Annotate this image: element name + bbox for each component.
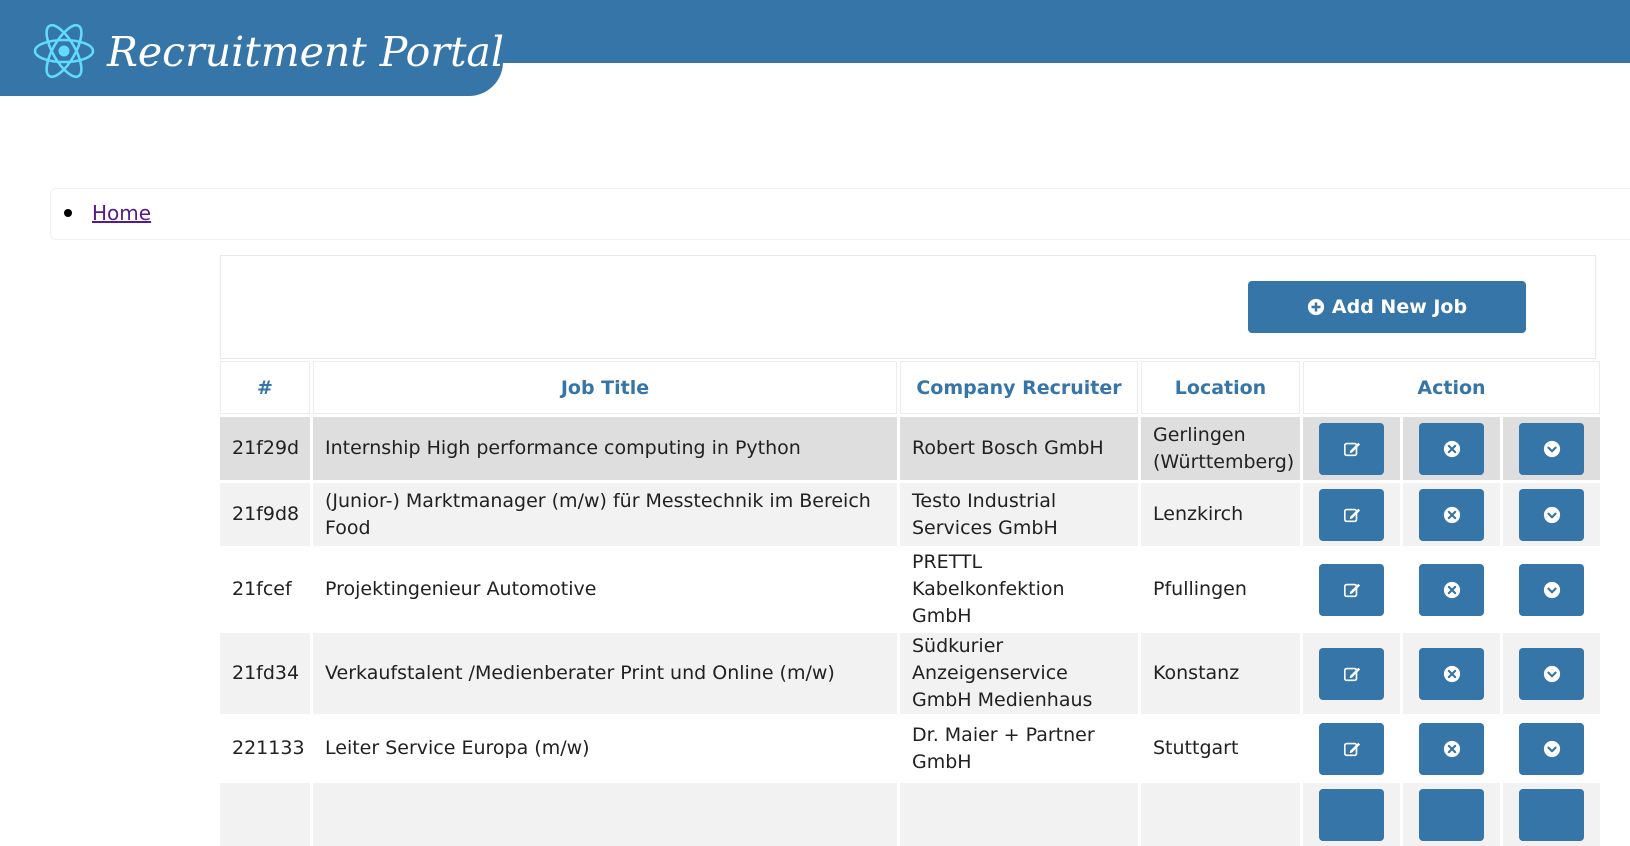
expand-button[interactable] [1519,647,1584,700]
expand-button[interactable] [1519,722,1584,775]
company-recruiter: Dr. Maier + Partner GmbH [900,714,1138,780]
table-row: 21fd34 Verkaufstalent /Medienberater Pri… [220,630,1601,714]
job-id: 21fcef [220,546,310,630]
expand-button[interactable] [1519,788,1584,841]
bullet-icon [64,208,72,217]
column-header-company-recruiter: Company Recruiter [900,361,1138,414]
location: Konstanz [1141,630,1300,714]
edit-button[interactable] [1319,788,1384,841]
expand-button[interactable] [1519,422,1584,475]
company-recruiter [900,780,1138,846]
edit-icon [1343,742,1360,756]
edit-icon [1343,583,1360,597]
job-id [220,780,310,846]
job-title: (Junior-) Marktmanager (m/w) für Messtec… [313,480,897,546]
expand-icon [1543,440,1560,457]
edit-button[interactable] [1319,647,1384,700]
edit-icon [1343,508,1360,522]
edit-icon [1343,667,1360,681]
edit-button[interactable] [1319,563,1384,616]
edit-button[interactable] [1319,422,1384,475]
table-row: 21f9d8 (Junior-) Marktmanager (m/w) für … [220,480,1601,546]
expand-button[interactable] [1519,563,1584,616]
company-recruiter: PRETTL Kabelkonfektion GmbH [900,546,1138,630]
column-header-action: Action [1303,361,1601,414]
expand-icon [1543,506,1560,523]
location: Gerlingen (Württemberg) [1141,414,1300,480]
column-header-location: Location [1141,361,1300,414]
job-title [313,780,897,846]
location: Pfullingen [1141,546,1300,630]
delete-icon [1443,581,1460,598]
job-id: 21fd34 [220,630,310,714]
job-id: 221133 [220,714,310,780]
delete-icon [1443,665,1460,682]
company-recruiter: Testo Industrial Services GmbH [900,480,1138,546]
job-title: Verkaufstalent /Medienberater Print und … [313,630,897,714]
job-title: Projektingenieur Automotive [313,546,897,630]
delete-icon [1443,740,1460,757]
delete-button[interactable] [1419,488,1484,541]
plus-circle-icon [1307,298,1324,316]
delete-icon [1443,440,1460,457]
logo-tab: Recruitment Portal [0,0,504,96]
location [1141,780,1300,846]
expand-button[interactable] [1519,488,1584,541]
table-row [220,780,1601,846]
company-recruiter: Südkurier Anzeigenservice GmbH Medienhau… [900,630,1138,714]
table-row: 221133 Leiter Service Europa (m/w) Dr. M… [220,714,1601,780]
job-id: 21f9d8 [220,480,310,546]
breadcrumb-item-home: Home [64,199,151,227]
table-row: 21f29d Internship High performance compu… [220,414,1601,480]
job-title: Internship High performance computing in… [313,414,897,480]
app-title: Recruitment Portal [107,28,504,76]
breadcrumb: Home [50,188,1630,240]
job-title: Leiter Service Europa (m/w) [313,714,897,780]
delete-button[interactable] [1419,563,1484,616]
expand-icon [1543,665,1560,682]
delete-button[interactable] [1419,422,1484,475]
add-new-job-button[interactable]: Add New Job [1248,281,1526,333]
expand-icon [1543,740,1560,757]
react-atom-icon [33,23,95,79]
column-header-job-title: Job Title [313,361,897,414]
delete-button[interactable] [1419,647,1484,700]
delete-icon [1443,506,1460,523]
job-id: 21f29d [220,414,310,480]
table-row: 21fcef Projektingenieur Automotive PRETT… [220,546,1601,630]
column-header-id: # [220,361,310,414]
company-recruiter: Robert Bosch GmbH [900,414,1138,480]
add-new-job-label: Add New Job [1331,296,1468,318]
breadcrumb-home-link[interactable]: Home [92,201,151,225]
location: Stuttgart [1141,714,1300,780]
jobs-table: # Job Title Company Recruiter Location A… [217,361,1603,846]
location: Lenzkirch [1141,480,1300,546]
delete-button[interactable] [1419,722,1484,775]
edit-button[interactable] [1319,488,1384,541]
edit-icon [1343,442,1360,456]
table-header-row: # Job Title Company Recruiter Location A… [220,361,1601,414]
edit-button[interactable] [1319,722,1384,775]
delete-button[interactable] [1419,788,1484,841]
expand-icon [1543,581,1560,598]
